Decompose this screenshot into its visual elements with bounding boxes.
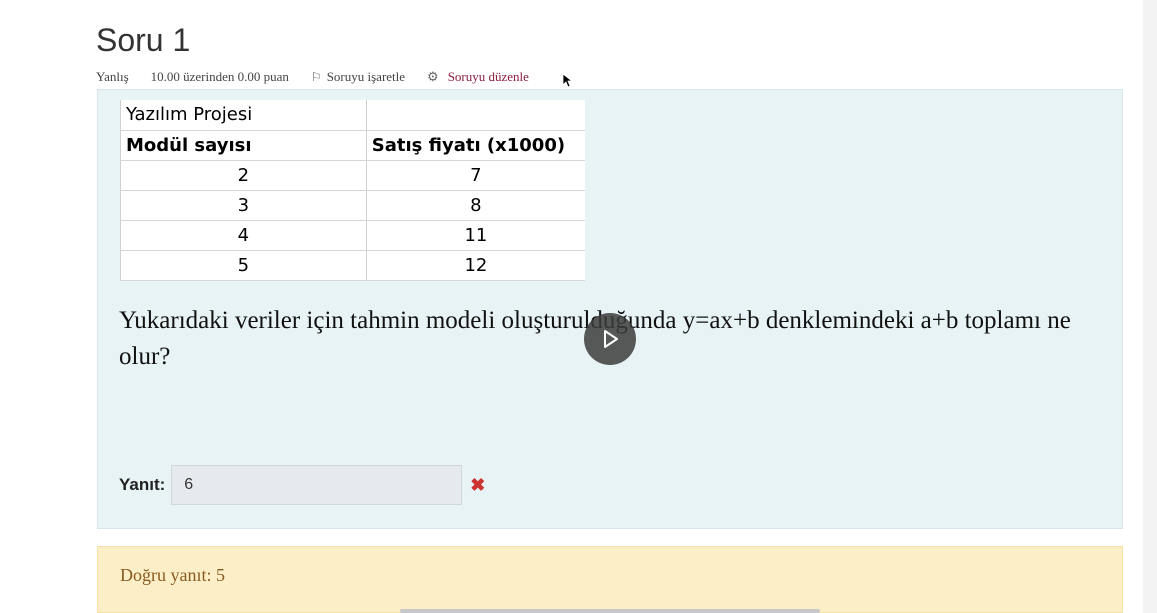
edit-question-link[interactable]: ⚙ Soruyu düzenle <box>427 69 529 85</box>
table-cell: 7 <box>366 160 585 191</box>
table-header-price: Satış fiyatı (x1000) <box>366 130 585 161</box>
flag-question-label: Soruyu işaretle <box>326 69 406 84</box>
question-title: Soru 1 <box>96 22 191 58</box>
table-cell: 8 <box>366 190 585 221</box>
page-left-gutter <box>0 0 60 613</box>
question-state: Yanlış <box>96 69 129 84</box>
question-grade: 10.00 üzerinden 0.00 puan <box>150 69 289 84</box>
video-play-button[interactable] <box>584 313 636 365</box>
table-cell: 3 <box>120 190 367 221</box>
answer-input[interactable] <box>171 465 463 505</box>
table-title-empty-cell <box>366 100 585 131</box>
page-right-edge <box>1143 0 1157 613</box>
answer-row: Yanıt: ✖ <box>119 465 485 505</box>
question-outcome <box>97 546 1123 613</box>
mouse-cursor-icon <box>563 74 573 88</box>
table-cell: 5 <box>120 250 367 281</box>
cross-icon: ✖ <box>470 474 486 495</box>
edit-question-label: Soruyu düzenle <box>447 69 529 84</box>
table-cell: 11 <box>366 220 585 251</box>
table-header-modules: Modül sayısı <box>120 130 367 161</box>
flag-icon: ⚐ <box>310 69 322 84</box>
table-cell: 12 <box>366 250 585 281</box>
flag-question-link[interactable]: ⚐ Soruyu işaretle <box>311 69 405 85</box>
question-info: Yanlış 10.00 üzerinden 0.00 puan ⚐ Soruy… <box>96 68 529 86</box>
table-title: Yazılım Projesi <box>120 100 367 131</box>
gear-icon: ⚙ <box>427 69 439 84</box>
answer-label: Yanıt: <box>119 475 166 494</box>
table-cell: 2 <box>120 160 367 191</box>
right-answer: Doğru yanıt: 5 <box>120 565 225 585</box>
video-progress-bar[interactable] <box>400 609 820 613</box>
play-icon <box>604 330 618 348</box>
data-table: Yazılım Projesi Modül sayısı Satış fiyat… <box>120 100 585 281</box>
table-cell: 4 <box>120 220 367 251</box>
